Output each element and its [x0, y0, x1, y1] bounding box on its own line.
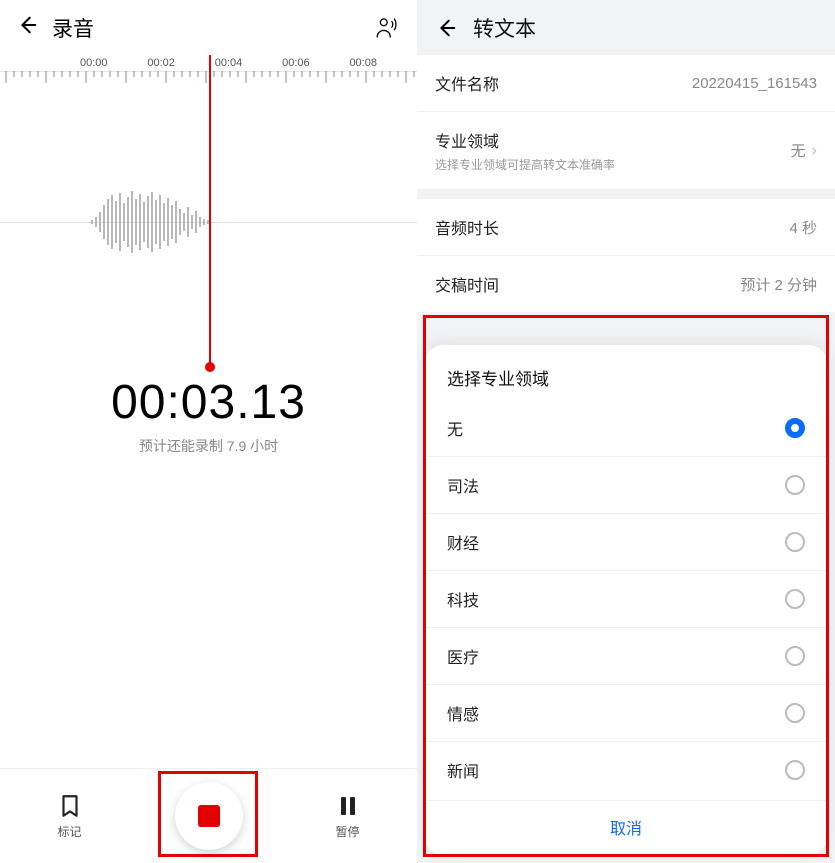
ruler-label: 00:04 [215, 57, 243, 69]
sheet-title: 选择专业领域 [425, 361, 827, 400]
row-delivery: 交稿时间 预计 2 分钟 [417, 256, 835, 312]
waveform-area[interactable] [0, 87, 417, 357]
mark-button[interactable]: 标记 [30, 793, 110, 840]
domain-option[interactable]: 新闻 [425, 741, 827, 798]
transcribe-screen: 转文本 文件名称 20220415_161543 专业领域 选择专业领域可提高转… [417, 0, 835, 863]
radio-icon [785, 646, 805, 666]
option-label: 无 [447, 416, 463, 440]
radio-icon [785, 532, 805, 552]
row-domain[interactable]: 专业领域 选择专业领域可提高转文本准确率 无 › [417, 112, 835, 189]
pause-icon [336, 793, 360, 819]
domain-option[interactable]: 无 [425, 400, 827, 456]
domain-option[interactable]: 科技 [425, 570, 827, 627]
elapsed-timer: 00:03.13 [0, 375, 417, 430]
domain-value: 无 [791, 140, 806, 161]
radio-icon [785, 589, 805, 609]
ruler-label: 00:06 [282, 57, 310, 69]
domain-option[interactable]: 医疗 [425, 627, 827, 684]
remaining-time-label: 预计还能录制 7.9 小时 [0, 436, 417, 456]
option-label: 财经 [447, 530, 479, 554]
option-label: 科技 [447, 587, 479, 611]
option-label: 新闻 [447, 758, 479, 782]
radio-selected-icon [785, 418, 805, 438]
playhead-indicator [209, 55, 211, 367]
person-speak-icon [374, 15, 400, 41]
voice-to-text-button[interactable] [373, 14, 401, 42]
duration-key: 音频时长 [435, 215, 499, 239]
stop-circle-icon [175, 782, 243, 850]
radio-icon [785, 703, 805, 723]
radio-icon [785, 760, 805, 780]
domain-subtitle: 选择专业领域可提高转文本准确率 [435, 156, 615, 173]
back-button[interactable] [433, 15, 459, 41]
row-duration: 音频时长 4 秒 [417, 199, 835, 256]
option-label: 医疗 [447, 644, 479, 668]
page-title: 转文本 [473, 13, 536, 43]
back-button[interactable] [16, 14, 38, 41]
domain-option[interactable]: 司法 [425, 456, 827, 513]
pause-button[interactable]: 暂停 [308, 793, 388, 840]
stop-square-icon [198, 805, 220, 827]
ruler-label: 00:08 [349, 57, 377, 69]
chevron-right-icon: › [812, 142, 817, 160]
recorder-screen: 录音 00:00 00:02 00:04 00:06 00:08 [0, 0, 417, 863]
bookmark-icon [57, 793, 83, 819]
bottom-toolbar: 标记 暂停 [0, 768, 417, 863]
domain-key: 专业领域 [435, 128, 615, 152]
left-header: 录音 [0, 0, 417, 55]
ruler-label: 00:02 [147, 57, 175, 69]
waveform-icon [90, 187, 220, 257]
domain-option[interactable]: 情感 [425, 684, 827, 741]
ruler-label: 00:00 [80, 57, 108, 69]
row-filename[interactable]: 文件名称 20220415_161543 [417, 55, 835, 112]
right-header: 转文本 [417, 0, 835, 55]
radio-icon [785, 475, 805, 495]
delivery-value: 预计 2 分钟 [740, 274, 817, 295]
back-arrow-icon [435, 17, 457, 39]
domain-option[interactable]: 财经 [425, 513, 827, 570]
back-arrow-icon [16, 14, 38, 36]
info-section-2: 音频时长 4 秒 交稿时间 预计 2 分钟 [417, 199, 835, 312]
timer-block: 00:03.13 预计还能录制 7.9 小时 [0, 375, 417, 456]
option-label: 情感 [447, 701, 479, 725]
page-title: 录音 [52, 13, 94, 43]
domain-picker-sheet: 选择专业领域 无司法财经科技医疗情感新闻 取消 [425, 345, 827, 855]
cancel-button[interactable]: 取消 [425, 800, 827, 849]
info-section-1: 文件名称 20220415_161543 专业领域 选择专业领域可提高转文本准确… [417, 55, 835, 189]
mark-label: 标记 [57, 823, 81, 840]
option-label: 司法 [447, 473, 479, 497]
pause-label: 暂停 [335, 823, 359, 840]
duration-value: 4 秒 [789, 217, 817, 238]
delivery-key: 交稿时间 [435, 272, 499, 296]
filename-key: 文件名称 [435, 71, 499, 95]
stop-button[interactable] [169, 782, 249, 850]
filename-value: 20220415_161543 [692, 75, 817, 92]
